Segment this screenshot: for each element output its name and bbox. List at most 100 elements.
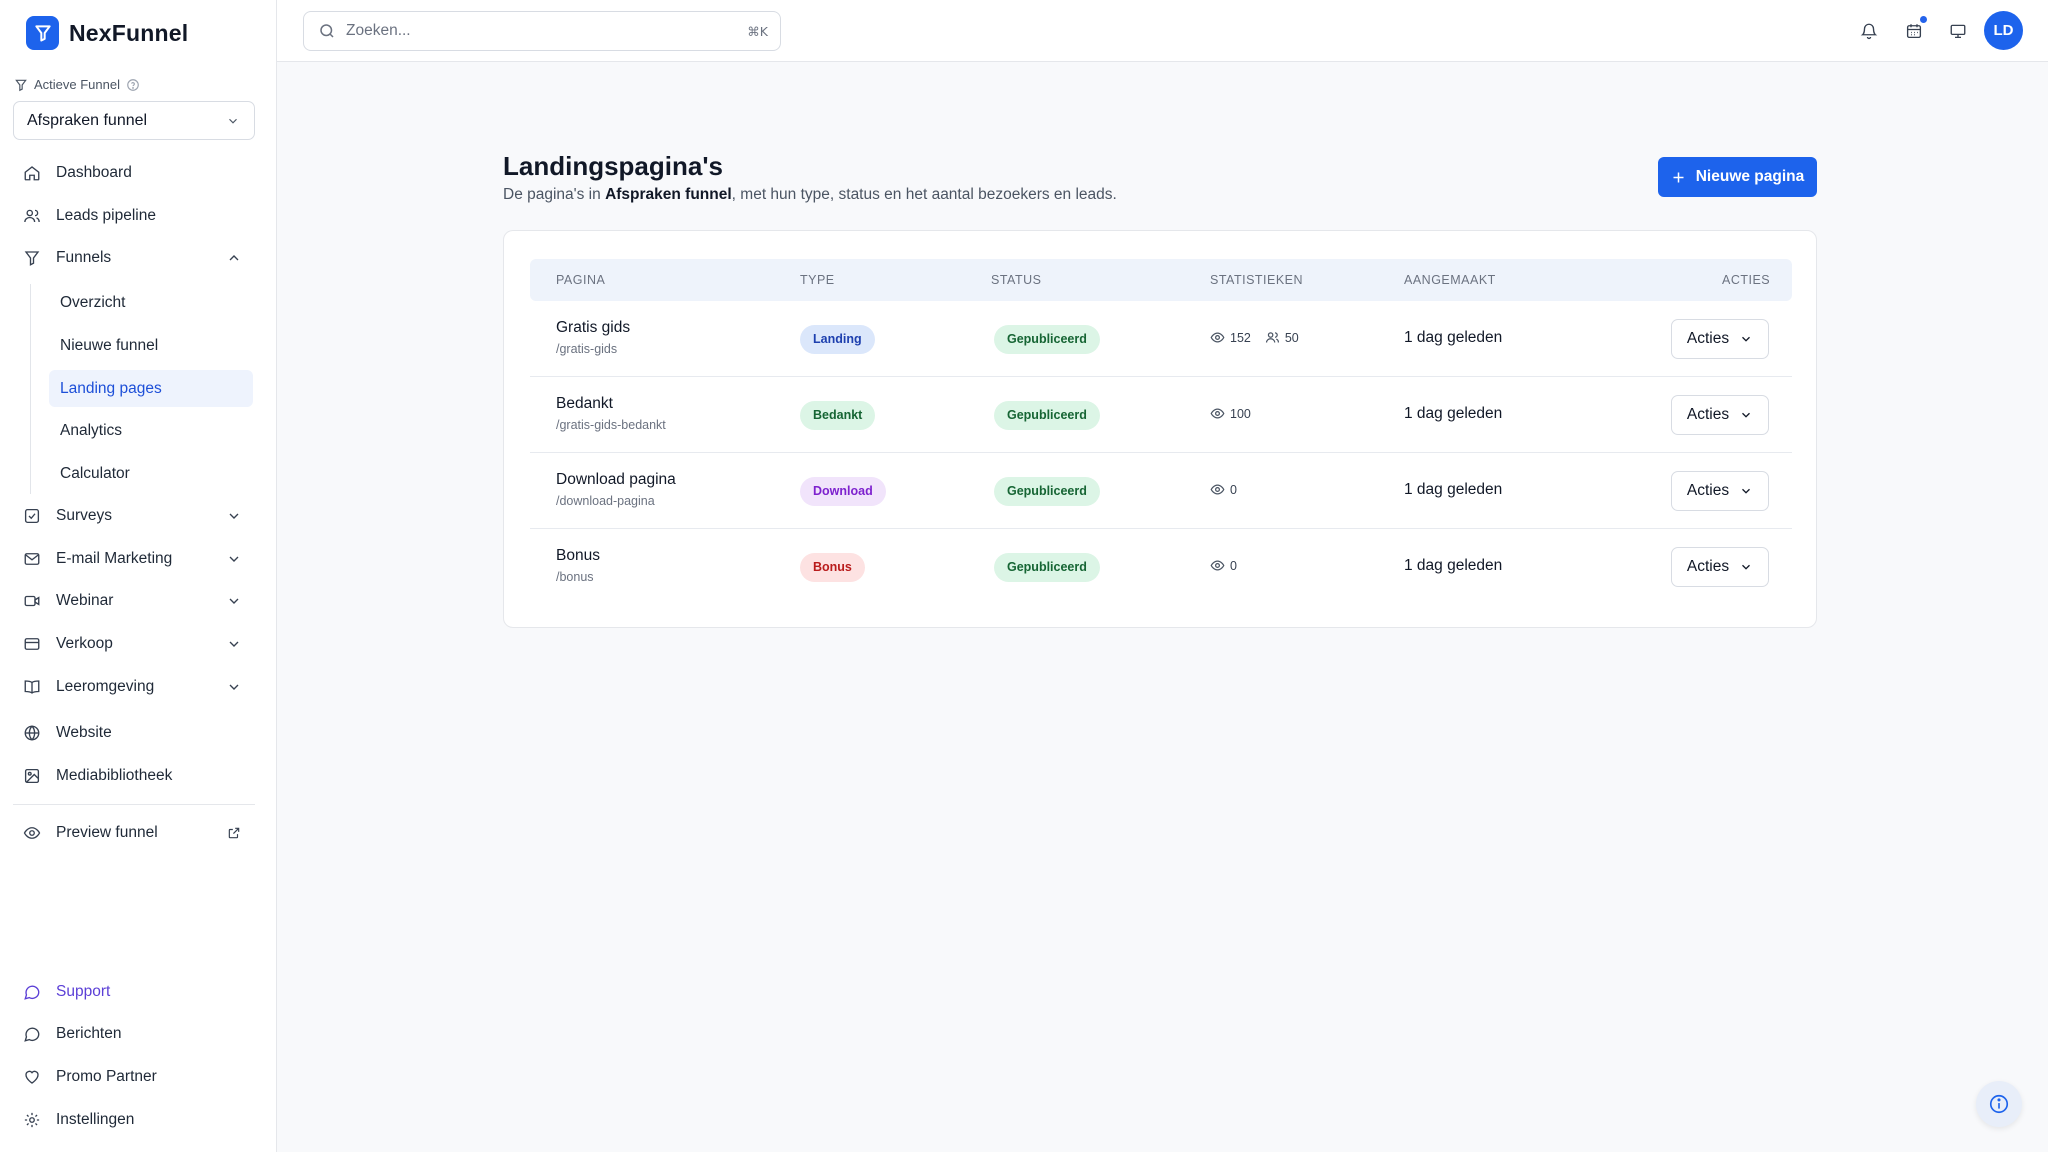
column-aangemaakt: AANGEMAAKT xyxy=(1404,273,1496,287)
nav-label: Leads pipeline xyxy=(56,207,156,224)
nav-promo-partner[interactable]: Promo Partner xyxy=(13,1058,255,1096)
nav-verkoop[interactable]: Verkoop xyxy=(13,625,255,663)
table-row[interactable]: Download pagina /download-pagina Downloa… xyxy=(530,453,1792,529)
actions-label: Acties xyxy=(1686,558,1730,575)
nav-label: Promo Partner xyxy=(56,1068,157,1085)
sub-item-calculator[interactable]: Calculator xyxy=(49,455,253,492)
chevron-down-icon xyxy=(1739,332,1753,346)
nav-instellingen[interactable]: Instellingen xyxy=(13,1101,255,1139)
status-badge: Gepubliceerd xyxy=(994,477,1100,506)
page-name: Bedankt xyxy=(556,395,613,412)
brand[interactable]: NexFunnel xyxy=(26,16,188,50)
views-count: 100 xyxy=(1230,406,1251,421)
created-date: 1 dag geleden xyxy=(1404,405,1503,422)
actions-dropdown[interactable]: Acties xyxy=(1671,547,1769,587)
page-slug: /bonus xyxy=(556,570,594,584)
sub-item-overzicht[interactable]: Overzicht xyxy=(49,284,253,321)
checkbox-icon xyxy=(22,506,42,526)
users-icon xyxy=(1265,330,1280,345)
calendar-button[interactable] xyxy=(1903,14,1929,42)
created-date: 1 dag geleden xyxy=(1404,329,1503,346)
page-slug: /gratis-gids-bedankt xyxy=(556,418,666,432)
eye-icon xyxy=(1210,330,1225,345)
page-slug: /gratis-gids xyxy=(556,342,618,356)
table-row[interactable]: Bonus /bonus Bonus Gepubliceerd 0 1 dag … xyxy=(530,529,1792,605)
sub-item-analytics[interactable]: Analytics xyxy=(49,412,253,449)
notifications-button[interactable] xyxy=(1858,20,1880,42)
chevron-down-icon xyxy=(225,678,243,696)
brand-name: NexFunnel xyxy=(69,19,189,46)
heart-icon xyxy=(22,1067,42,1087)
nav-leeromgeving[interactable]: Leeromgeving xyxy=(13,668,255,706)
leads-count: 50 xyxy=(1284,330,1299,345)
type-badge: Download xyxy=(800,477,886,506)
display-button[interactable] xyxy=(1947,20,1969,42)
actions-label: Acties xyxy=(1686,330,1730,347)
nav-preview-funnel[interactable]: Preview funnel xyxy=(13,814,255,852)
chevron-down-icon xyxy=(226,114,240,128)
status-badge: Gepubliceerd xyxy=(994,401,1100,430)
topbar: Zoeken... ⌘K LD xyxy=(277,0,2048,62)
actions-dropdown[interactable]: Acties xyxy=(1671,319,1769,359)
gear-icon xyxy=(22,1110,42,1130)
actions-dropdown[interactable]: Acties xyxy=(1671,471,1769,511)
plus-icon xyxy=(1671,170,1686,185)
eye-icon xyxy=(1210,406,1225,421)
active-funnel-text: Actieve Funnel xyxy=(34,77,120,92)
table-row[interactable]: Gratis gids /gratis-gids Landing Gepubli… xyxy=(530,301,1792,377)
nav-label: Verkoop xyxy=(56,635,113,652)
column-acties: ACTIES xyxy=(1722,273,1771,287)
nav-webinar[interactable]: Webinar xyxy=(13,582,255,620)
nav-surveys[interactable]: Surveys xyxy=(13,497,255,535)
created-date: 1 dag geleden xyxy=(1404,557,1503,574)
funnel-select-value: Afspraken funnel xyxy=(27,111,148,129)
nav-label: Leeromgeving xyxy=(56,678,155,695)
eye-icon xyxy=(1210,558,1225,573)
page-stats: 100 xyxy=(1210,406,1265,421)
nav-dashboard[interactable]: Dashboard xyxy=(13,154,255,192)
page-title: Landingspagina's xyxy=(503,151,723,181)
funnel-icon xyxy=(22,248,42,268)
nav-leads-pipeline[interactable]: Leads pipeline xyxy=(13,197,255,235)
page-stats: 152 50 xyxy=(1210,330,1313,345)
nav-mediabibliotheek[interactable]: Mediabibliotheek xyxy=(13,757,255,795)
subtitle-prefix: De pagina's in xyxy=(503,186,606,203)
page-name: Bonus xyxy=(556,547,600,564)
funnel-icon xyxy=(14,78,28,92)
notification-dot xyxy=(1918,14,1929,25)
info-icon xyxy=(1988,1093,2010,1115)
eye-icon xyxy=(1210,482,1225,497)
external-link-icon xyxy=(225,824,243,842)
user-avatar[interactable]: LD xyxy=(1984,11,2023,50)
message-circle-icon xyxy=(22,1024,42,1044)
table-row[interactable]: Bedankt /gratis-gids-bedankt Bedankt Gep… xyxy=(530,377,1792,453)
sub-item-nieuwe-funnel[interactable]: Nieuwe funnel xyxy=(49,327,253,364)
home-icon xyxy=(22,163,42,183)
nav-berichten[interactable]: Berichten xyxy=(13,1015,255,1053)
chevron-down-icon xyxy=(1739,408,1753,422)
chevron-down-icon xyxy=(225,507,243,525)
chevron-down-icon xyxy=(1739,484,1753,498)
help-button[interactable] xyxy=(1976,1081,2022,1127)
funnel-select[interactable]: Afspraken funnel xyxy=(13,101,255,140)
search-input[interactable]: Zoeken... ⌘K xyxy=(303,11,781,51)
search-placeholder: Zoeken... xyxy=(346,22,411,39)
views-count: 152 xyxy=(1230,330,1251,345)
eye-icon xyxy=(22,823,42,843)
nav-label: Berichten xyxy=(56,1025,122,1042)
calendar-icon xyxy=(1905,22,1923,40)
sub-item-landing-pages[interactable]: Landing pages xyxy=(49,370,253,407)
page-name: Download pagina xyxy=(556,471,676,488)
page-stats: 0 xyxy=(1210,482,1251,497)
actions-dropdown[interactable]: Acties xyxy=(1671,395,1769,435)
image-icon xyxy=(22,766,42,786)
nav-website[interactable]: Website xyxy=(13,714,255,752)
chevron-down-icon xyxy=(225,550,243,568)
status-badge: Gepubliceerd xyxy=(994,325,1100,354)
nav-support[interactable]: Support xyxy=(13,973,255,1011)
help-circle-icon[interactable] xyxy=(126,78,140,92)
nav-funnels[interactable]: Funnels xyxy=(13,239,255,277)
nav-email-marketing[interactable]: E-mail Marketing xyxy=(13,540,255,578)
column-type: TYPE xyxy=(800,273,835,287)
new-page-button[interactable]: Nieuwe pagina xyxy=(1658,157,1817,197)
